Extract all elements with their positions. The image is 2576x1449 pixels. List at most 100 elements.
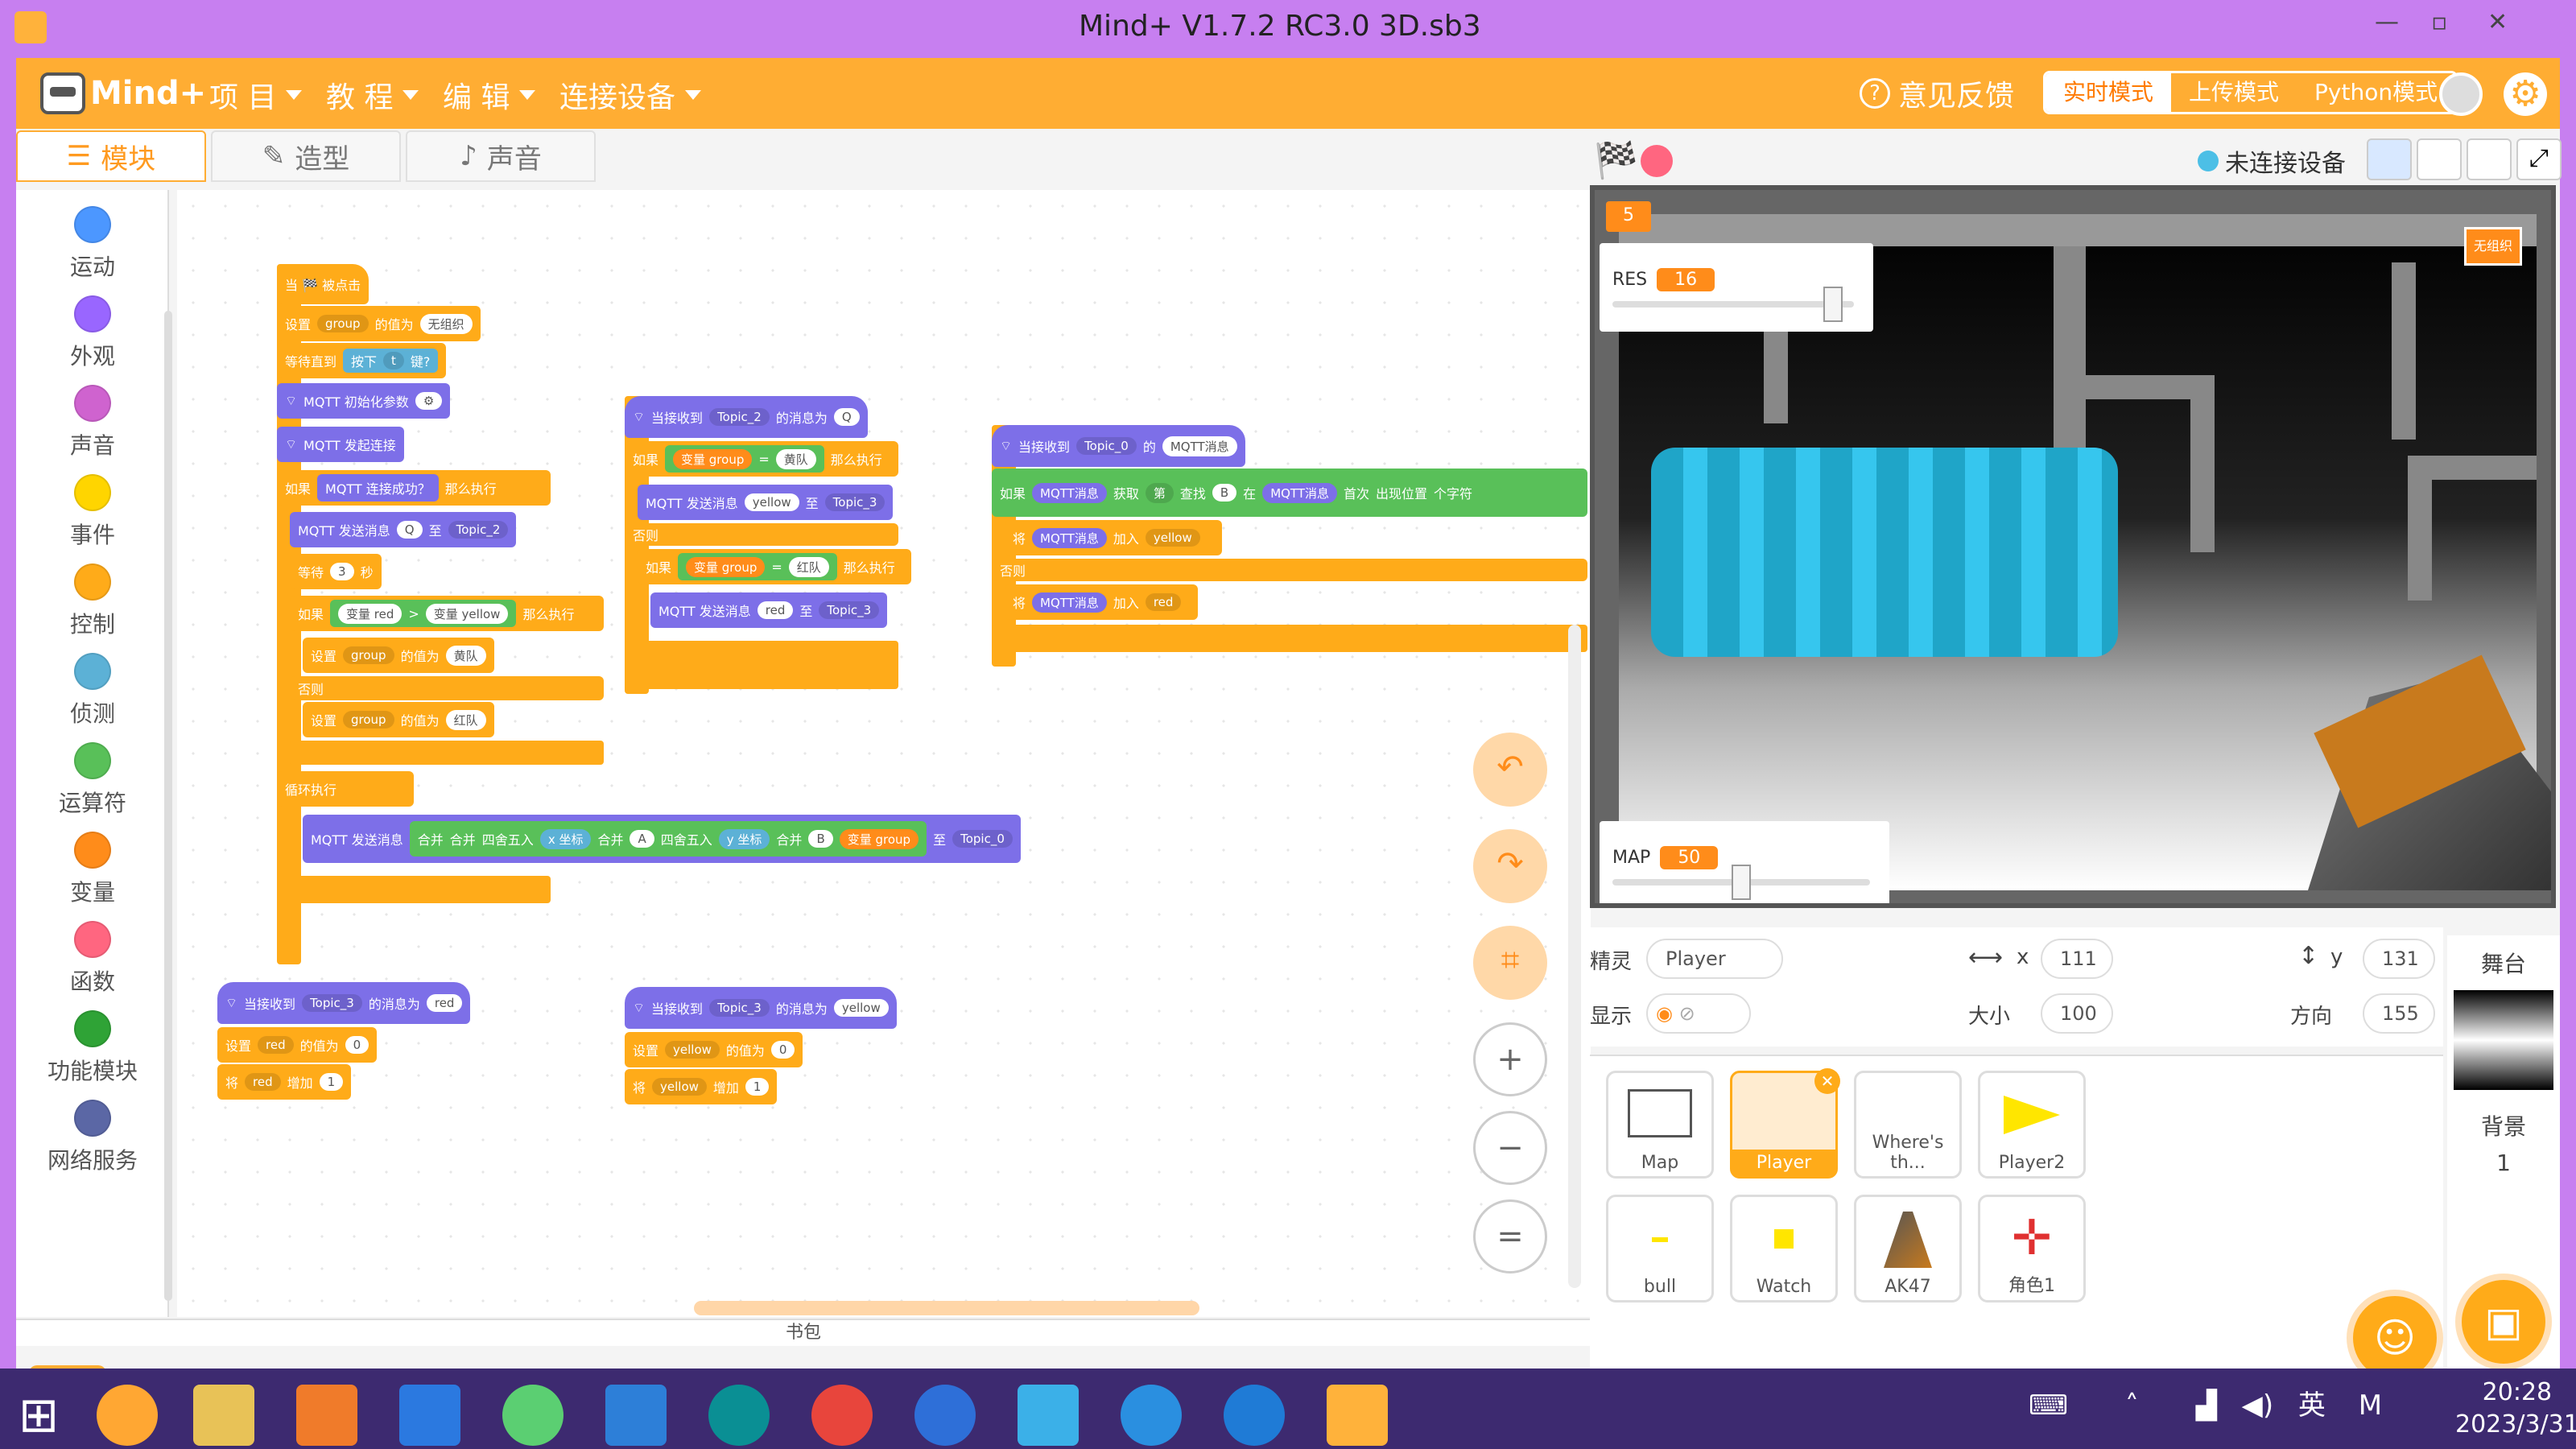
device-status[interactable]: 未连接设备 (2198, 143, 2346, 179)
variable-dropdown[interactable]: red (245, 1073, 281, 1091)
variable-reporter[interactable]: 变量 group (673, 448, 753, 469)
maximize-button[interactable]: ▫ (2431, 8, 2447, 36)
sprite-tile[interactable]: Where's th... (1854, 1071, 1962, 1179)
eye-hidden-icon[interactable]: ⊘ (1679, 1002, 1695, 1025)
mqtt-connect-block[interactable]: ⌔ MQTT 发起连接 (277, 427, 404, 462)
greater-than-block[interactable]: 变量 red > 变量 yellow (330, 600, 517, 627)
layout-small-stage-button[interactable] (2367, 138, 2412, 180)
gear-icon[interactable]: ⚙ (2504, 72, 2547, 116)
message-reporter[interactable]: MQTT消息 (1262, 482, 1337, 503)
text-input[interactable]: B (1212, 484, 1237, 502)
redo-icon[interactable]: ↷ (1473, 829, 1547, 903)
topic-dropdown[interactable]: Topic_3 (819, 601, 880, 619)
add-to-list-block[interactable]: 将 MQTT消息 加入 yellow (1005, 520, 1222, 555)
map-slider-track[interactable] (1612, 864, 1870, 900)
category-6[interactable]: 运算符 (16, 742, 169, 818)
message-reporter[interactable]: MQTT消息 (1032, 482, 1107, 503)
menu-tutorial[interactable]: 教 程 (326, 74, 419, 116)
category-7[interactable]: 变量 (16, 832, 169, 907)
variable-dropdown[interactable]: yellow (665, 1041, 720, 1059)
eye-icon[interactable]: ◉ (1656, 1002, 1673, 1025)
message-reporter[interactable]: MQTT消息 (1032, 527, 1107, 548)
stop-icon[interactable] (1641, 145, 1673, 177)
vscode-icon[interactable] (605, 1385, 667, 1446)
workspace-horizontal-scrollbar[interactable] (694, 1301, 1199, 1315)
change-variable-block[interactable]: 将 red 增加 1 (217, 1064, 352, 1100)
file-explorer-icon[interactable] (193, 1385, 254, 1446)
value-input[interactable]: 无组织 (419, 313, 473, 334)
menu-project[interactable]: 项 目 (209, 74, 303, 116)
category-2[interactable]: 声音 (16, 385, 169, 460)
event-hat-block[interactable]: 当 🏁 被点击 (277, 264, 369, 304)
value-input[interactable]: 0 (345, 1036, 369, 1054)
res-slider-thumb[interactable] (1823, 286, 1843, 322)
topic-dropdown[interactable]: Topic_2 (448, 521, 509, 539)
mqtt-receive-hat-block[interactable]: ⌔ 当接收到 Topic_3 的消息为 yellow (625, 987, 897, 1029)
mqtt-receive-hat-block[interactable]: ⌔ 当接收到 Topic_3 的消息为 red (217, 982, 471, 1024)
category-0[interactable]: 运动 (16, 206, 169, 282)
direction-input[interactable]: 155 (2363, 993, 2435, 1034)
category-10[interactable]: 网络服务 (16, 1100, 169, 1175)
value-input[interactable]: 黄队 (775, 448, 816, 469)
code-workspace[interactable]: 当 🏁 被点击 设置 group 的值为 无组织 等待直到 按下 t 键? ⌔ MQTT 初始… (177, 190, 1591, 1317)
realtime-mode-button[interactable]: 实时模式 (2046, 73, 2172, 112)
size-input[interactable]: 100 (2041, 993, 2113, 1034)
stage-thumbnail[interactable] (2454, 990, 2553, 1090)
stage-canvas[interactable]: 5 RES 16 MAP 50 无组织 (1590, 185, 2556, 908)
y-position-reporter[interactable]: y 坐标 (718, 828, 770, 849)
topic-dropdown[interactable]: Topic_3 (824, 493, 886, 511)
category-9[interactable]: 功能模块 (16, 1010, 169, 1086)
media-player-icon[interactable] (1018, 1385, 1079, 1446)
undo-icon[interactable]: ↶ (1473, 733, 1547, 807)
x-position-reporter[interactable]: x 坐标 (539, 828, 592, 849)
menu-connect-device[interactable]: 连接设备 (559, 74, 702, 116)
equals-block[interactable]: 变量 group = 红队 (678, 553, 837, 580)
visibility-toggle[interactable]: ◉ ⊘ (1646, 993, 1751, 1034)
variable-dropdown[interactable]: red (258, 1036, 294, 1054)
zoom-out-icon[interactable]: − (1473, 1111, 1547, 1185)
message-reporter[interactable]: MQTT消息 (1032, 592, 1107, 613)
chevron-up-icon[interactable]: ˄ (2125, 1389, 2139, 1422)
app-icon[interactable] (502, 1385, 564, 1446)
python-mode-button[interactable]: Python模式 (2297, 73, 2455, 112)
feedback-button[interactable]: ? 意见反馈 (1860, 72, 2014, 114)
set-variable-block[interactable]: 设置 group 的值为 红队 (303, 702, 494, 737)
flash-icon[interactable] (914, 1385, 976, 1446)
message-reporter[interactable]: MQTT消息 (1162, 436, 1237, 456)
settings-app-icon[interactable] (296, 1385, 357, 1446)
join-block[interactable]: 合并 合并 四舍五入 x 坐标 合并 A 四舍五入 y 坐标 合并 B 变量 group (409, 821, 927, 857)
close-button[interactable]: ✕ (2487, 8, 2508, 36)
variable-reporter[interactable]: 变量 red (338, 603, 402, 624)
category-1[interactable]: 外观 (16, 295, 169, 371)
input-method[interactable]: 英 (2298, 1389, 2326, 1422)
add-to-list-block[interactable]: 将 MQTT消息 加入 red (1005, 584, 1198, 620)
clock[interactable]: 20:28 2023/3/31 (2455, 1377, 2576, 1441)
mindplus-taskbar-icon[interactable] (1327, 1385, 1388, 1446)
arduino-icon[interactable] (708, 1385, 770, 1446)
message-input[interactable]: yellow (744, 493, 799, 511)
index-dropdown[interactable]: 第 (1145, 482, 1174, 503)
map-slider-thumb[interactable] (1732, 864, 1751, 900)
value-input[interactable]: 1 (319, 1073, 344, 1091)
sprite-name-input[interactable]: Player (1646, 939, 1783, 979)
palette-scrollbar[interactable] (164, 311, 172, 1301)
internet-explorer-icon[interactable] (1121, 1385, 1182, 1446)
tab-costumes[interactable]: ✎ 造型 (211, 130, 401, 182)
chrome-icon[interactable] (811, 1385, 873, 1446)
sprite-tile[interactable]: Watch (1730, 1195, 1838, 1302)
avatar[interactable] (2439, 72, 2483, 116)
menu-edit[interactable]: 编 辑 (443, 74, 536, 116)
wps-icon[interactable] (399, 1385, 460, 1446)
mqtt-send-block[interactable]: MQTT 发送消息 Q 至 Topic_2 (290, 512, 517, 547)
wait-until-block[interactable]: 等待直到 按下 t 键? (277, 343, 447, 378)
tab-blocks[interactable]: ☰ 模块 (16, 130, 206, 182)
mqtt-receive-hat-block[interactable]: ⌔ 当接收到 Topic_2 的消息为 Q (625, 396, 868, 438)
upload-mode-button[interactable]: 上传模式 (2171, 73, 2297, 112)
scratch-icon[interactable] (97, 1385, 158, 1446)
variable-reporter[interactable]: 变量 group (839, 828, 919, 849)
category-5[interactable]: 侦测 (16, 653, 169, 729)
mqtt-send-block[interactable]: MQTT 发送消息 yellow 至 Topic_3 (638, 485, 894, 520)
minimize-button[interactable]: — (2375, 8, 2399, 36)
if-else-block[interactable]: 如果 变量 red > 变量 yellow 那么执行 (290, 596, 604, 631)
network-icon[interactable]: ▟ (2196, 1389, 2217, 1422)
